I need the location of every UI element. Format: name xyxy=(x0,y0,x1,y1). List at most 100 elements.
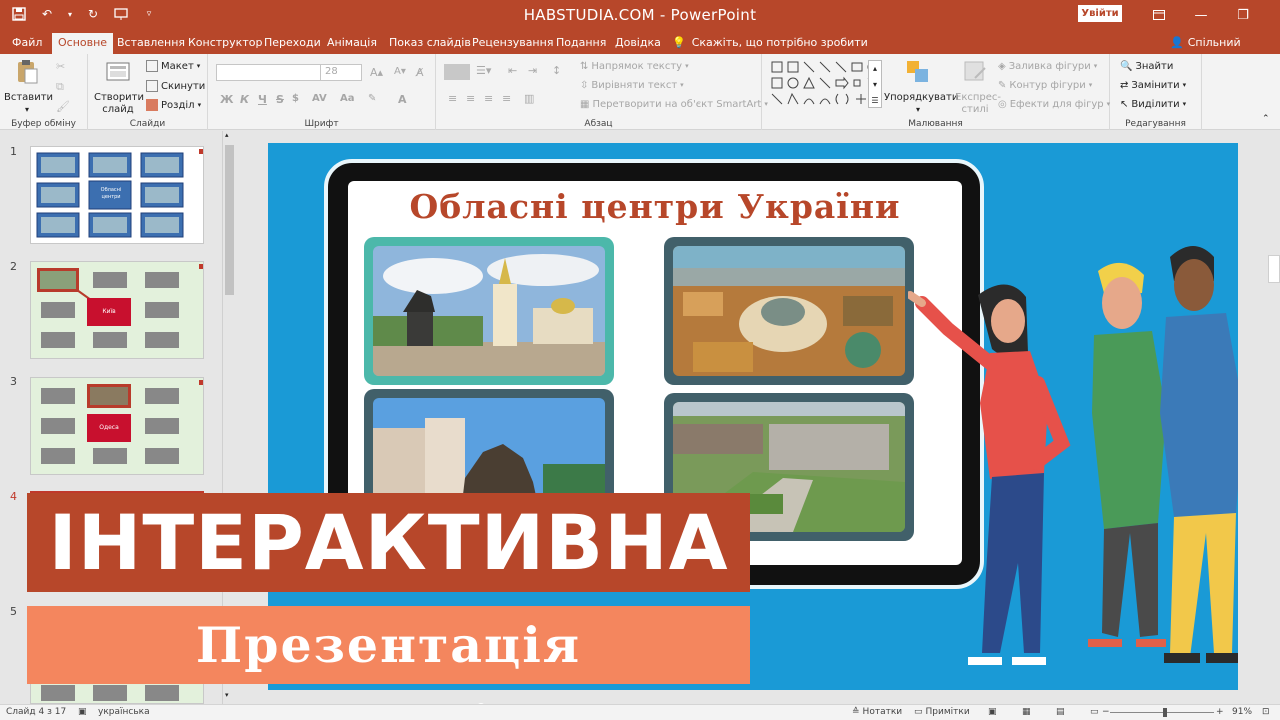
tab-design[interactable]: Конструктор xyxy=(182,33,268,54)
increase-indent-icon[interactable]: ⇥ xyxy=(528,64,537,77)
justify-icon[interactable]: ≡ xyxy=(502,92,511,105)
char-spacing-button[interactable]: AV xyxy=(312,93,327,104)
reset-icon xyxy=(146,80,158,92)
city-photo-2[interactable] xyxy=(664,237,914,385)
text-direction-icon: ⇅ xyxy=(580,60,589,72)
thumbnail-slide-3[interactable]: Одеса xyxy=(30,377,204,475)
group-clipboard: Вставити ▾ ✂ ⧉ 🖌 Буфер обміну xyxy=(0,54,88,130)
collapse-ribbon-icon[interactable]: ⌃ xyxy=(1262,114,1270,124)
city-photo-1[interactable] xyxy=(364,237,614,385)
font-name-field[interactable] xyxy=(216,64,328,81)
smartart-button[interactable]: ▦ Перетворити на об'єкт SmartArt ▾ xyxy=(580,96,768,112)
shapes-gallery[interactable] xyxy=(770,60,882,108)
bullets-icon[interactable] xyxy=(444,64,470,80)
font-color-icon[interactable]: A xyxy=(398,93,407,106)
layout-button[interactable]: Макет ▾ xyxy=(146,58,200,74)
thumbnail-1-label: Обласні центри xyxy=(100,187,122,200)
cut-icon[interactable]: ✂ xyxy=(56,60,65,73)
tab-slideshow[interactable]: Показ слайдів xyxy=(383,33,477,54)
clear-format-icon[interactable]: A̸ xyxy=(416,66,424,79)
layout-icon xyxy=(146,60,158,72)
underline-button[interactable]: Ч xyxy=(258,93,267,106)
strikethrough-button[interactable]: S xyxy=(276,93,284,106)
zoom-in-icon[interactable]: + xyxy=(1216,707,1224,717)
drawing-label: Малювання xyxy=(908,119,963,129)
slideshow-view-icon[interactable]: ▭ xyxy=(1090,707,1099,717)
grow-font-icon[interactable]: A▴ xyxy=(370,66,383,79)
thumbnail-slide-2[interactable]: Київ xyxy=(30,261,204,359)
quick-styles-button[interactable]: Експрес-стилі xyxy=(952,58,1001,116)
restore-icon[interactable]: ❐ xyxy=(1222,4,1264,26)
sign-in-button[interactable]: Увійти xyxy=(1078,5,1122,22)
ribbon-display-icon[interactable] xyxy=(1138,4,1180,26)
tell-me-search[interactable]: 💡 Скажіть, що потрібно зробити xyxy=(672,33,868,54)
slide-title[interactable]: Обласні центри України xyxy=(348,187,962,226)
minimize-icon[interactable]: — xyxy=(1180,4,1222,26)
comments-button[interactable]: ▭ Примітки xyxy=(914,707,970,717)
decrease-indent-icon[interactable]: ⇤ xyxy=(508,64,517,77)
cursor-icon: ↖ xyxy=(1120,98,1129,110)
tab-help[interactable]: Довідка xyxy=(609,33,667,54)
arrange-button[interactable]: Упорядкувати ▾ xyxy=(884,58,958,116)
language-indicator[interactable]: українська xyxy=(98,707,150,717)
new-slide-button[interactable]: Створити слайд xyxy=(92,58,144,116)
zoom-slider-handle[interactable] xyxy=(1163,708,1167,717)
monument-image xyxy=(373,246,605,376)
font-label: Шрифт xyxy=(304,119,339,129)
group-editing: 🔍 Знайти ⇄ Замінити ▾ ↖ Виділити ▾ Редагуванн… xyxy=(1110,54,1202,130)
tab-view[interactable]: Подання xyxy=(550,33,612,54)
section-button[interactable]: Розділ ▾ xyxy=(146,97,201,113)
change-case-button[interactable]: Aa xyxy=(340,93,355,104)
select-button[interactable]: ↖ Виділити ▾ xyxy=(1120,96,1186,112)
vertical-scroll-handle[interactable] xyxy=(1268,255,1280,283)
normal-view-icon[interactable]: ▣ xyxy=(988,707,997,717)
bold-button[interactable]: Ж xyxy=(220,93,233,106)
spellcheck-icon[interactable]: ▣ xyxy=(78,707,87,717)
tab-home[interactable]: Основне xyxy=(52,33,114,54)
format-painter-icon[interactable]: 🖌 xyxy=(56,100,70,113)
shadow-icon[interactable]: $ xyxy=(292,93,299,104)
reset-button[interactable]: Скинути xyxy=(146,78,205,94)
numbering-icon[interactable]: ☰▾ xyxy=(476,64,491,77)
fit-to-window-icon[interactable]: ⊡ xyxy=(1262,707,1270,717)
align-right-icon[interactable]: ≡ xyxy=(484,92,493,105)
highlight-icon[interactable]: ✎ xyxy=(368,93,376,104)
shape-fill-button[interactable]: ◈ Заливка фігури ▾ xyxy=(998,58,1097,74)
paste-button[interactable]: Вставити ▾ xyxy=(4,58,53,116)
text-direction-button[interactable]: ⇅ Напрямок тексту ▾ xyxy=(580,58,689,74)
align-left-icon[interactable]: ≡ xyxy=(448,92,457,105)
thumbnail-slide-1[interactable]: Обласні центри xyxy=(30,146,204,244)
photo-monument-cathedral xyxy=(373,246,605,376)
tab-file[interactable]: Файл xyxy=(6,33,48,54)
copy-icon[interactable]: ⧉ xyxy=(56,80,64,94)
close-icon[interactable]: ✕ xyxy=(1264,4,1280,26)
group-drawing: ▴ ▾ ☰ Упорядкувати ▾ Експрес-стилі ◈ Заливк… xyxy=(762,54,1110,130)
shrink-font-icon[interactable]: A▾ xyxy=(394,66,406,77)
scroll-up-icon[interactable]: ▴ xyxy=(225,131,229,139)
tab-review[interactable]: Рецензування xyxy=(466,33,559,54)
tab-insert[interactable]: Вставлення xyxy=(111,33,191,54)
tab-animations[interactable]: Анімація xyxy=(321,33,383,54)
slide-sorter-icon[interactable]: ▦ xyxy=(1022,707,1031,717)
shapes-scroll[interactable]: ▴ ▾ ☰ xyxy=(868,60,882,108)
zoom-slider-track[interactable] xyxy=(1110,712,1214,713)
font-size-field[interactable]: 28 xyxy=(320,64,362,81)
align-center-icon[interactable]: ≡ xyxy=(466,92,475,105)
tab-transitions[interactable]: Переходи xyxy=(258,33,327,54)
arrange-icon xyxy=(907,61,928,82)
replace-button[interactable]: ⇄ Замінити ▾ xyxy=(1120,77,1186,93)
italic-button[interactable]: К xyxy=(240,93,249,106)
odesa-image xyxy=(673,246,905,376)
find-button[interactable]: 🔍 Знайти xyxy=(1120,58,1173,74)
line-spacing-icon[interactable]: ↕ xyxy=(552,64,561,77)
shape-effects-button[interactable]: ◎ Ефекти для фігур ▾ xyxy=(998,96,1110,112)
shape-outline-button[interactable]: ✎ Контур фігури ▾ xyxy=(998,77,1092,93)
notes-button[interactable]: ≙ Нотатки xyxy=(852,707,902,717)
align-text-button[interactable]: ⇳ Вирівняти текст ▾ xyxy=(580,77,684,93)
zoom-level[interactable]: 91% xyxy=(1232,707,1252,717)
columns-icon[interactable]: ▥ xyxy=(524,92,534,105)
scroll-thumb[interactable] xyxy=(225,145,234,295)
status-bar: Слайд 4 з 17 ▣ українська ≙ Нотатки ▭ Прим… xyxy=(0,704,1280,720)
reading-view-icon[interactable]: ▤ xyxy=(1056,707,1065,717)
zoom-out-icon[interactable]: − xyxy=(1102,707,1110,717)
